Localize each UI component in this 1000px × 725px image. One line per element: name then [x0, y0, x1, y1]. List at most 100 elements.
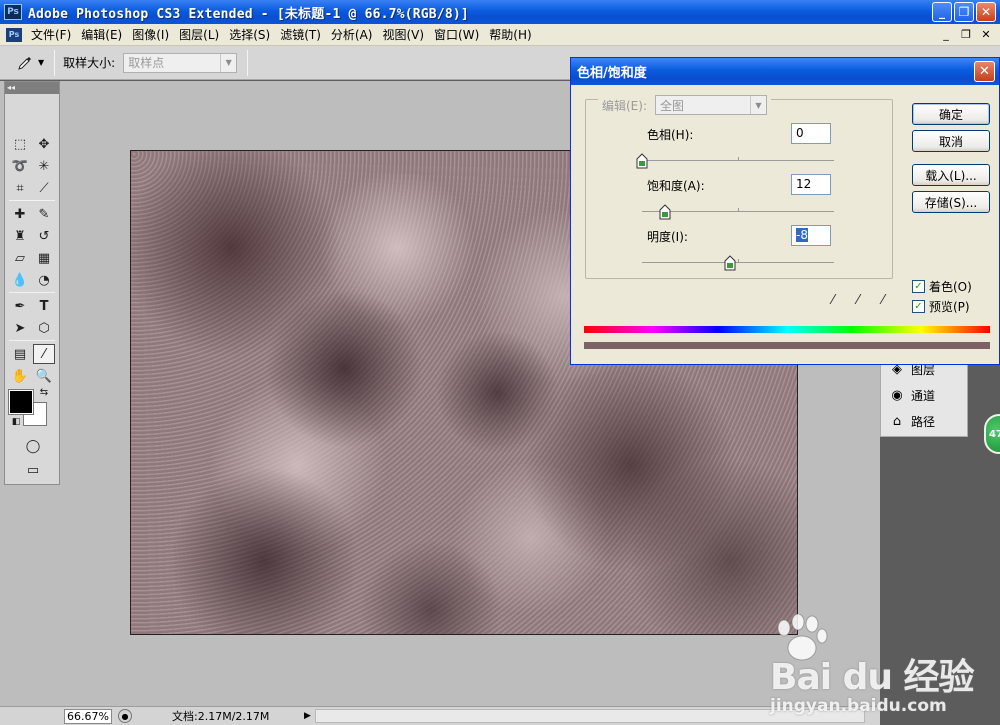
preview-checkbox[interactable]: ✓ 预览(P): [912, 298, 970, 315]
panel-paths-label: 路径: [911, 414, 936, 429]
pen-tool-icon[interactable]: ✒: [9, 296, 31, 316]
type-tool-icon[interactable]: T: [33, 296, 55, 316]
output-color-bar: [584, 342, 990, 349]
history-brush-tool-icon[interactable]: ↺: [33, 226, 55, 246]
eyedropper-sample-icon[interactable]: ⁄: [824, 291, 842, 309]
quick-mask-icon[interactable]: ◯: [22, 436, 44, 456]
lightness-slider-track[interactable]: [642, 259, 834, 263]
menu-view[interactable]: 视图(V): [377, 26, 429, 43]
zoom-field[interactable]: 66.67%: [64, 708, 112, 724]
eyedropper-icon[interactable]: [14, 52, 36, 74]
hue-slider-track[interactable]: [642, 157, 834, 161]
doc-minimize-button[interactable]: _: [938, 27, 954, 42]
dialog-close-button[interactable]: ✕: [974, 61, 995, 82]
panel-channels[interactable]: ◉ 通道: [887, 384, 935, 406]
menu-analysis[interactable]: 分析(A): [326, 26, 378, 43]
gradient-tool-icon[interactable]: ▦: [33, 248, 55, 268]
dodge-tool-icon[interactable]: ◔: [33, 270, 55, 290]
dialog-title-bar[interactable]: 色相/饱和度: [571, 58, 999, 85]
menu-layer[interactable]: 图层(L): [174, 26, 224, 43]
saturation-input[interactable]: 12: [791, 174, 831, 195]
lightness-label: 明度(I):: [647, 230, 688, 244]
default-colors-icon[interactable]: ◧: [5, 412, 27, 432]
edit-select[interactable]: 全图 ▼: [655, 95, 767, 115]
cancel-button[interactable]: 取消: [912, 130, 990, 152]
menu-edit[interactable]: 编辑(E): [76, 26, 127, 43]
menu-image[interactable]: 图像(I): [127, 26, 174, 43]
saturation-slider-thumb[interactable]: [659, 204, 671, 220]
panel-paths[interactable]: ⌂ 路径: [887, 410, 935, 432]
edit-label: 编辑(E):: [602, 98, 647, 113]
info-icon[interactable]: ●: [118, 709, 132, 723]
adjustment-group: [585, 99, 893, 279]
doc-restore-button[interactable]: ❐: [958, 27, 974, 42]
screen-mode-icon[interactable]: ▭: [22, 460, 44, 480]
lasso-tool-icon[interactable]: ➰: [9, 156, 31, 176]
save-button[interactable]: 存储(S)...: [912, 191, 990, 213]
ok-button[interactable]: 确定: [912, 103, 990, 125]
sample-size-value: 取样点: [128, 56, 165, 70]
path-selection-tool-icon[interactable]: ➤: [9, 318, 31, 338]
menu-help[interactable]: 帮助(H): [484, 26, 536, 43]
load-button[interactable]: 载入(L)...: [912, 164, 990, 186]
menu-select[interactable]: 选择(S): [224, 26, 275, 43]
saturation-slider-center-tick: [738, 208, 739, 212]
saturation-label: 饱和度(A):: [647, 179, 705, 193]
eyedropper-add-icon[interactable]: ⁄: [849, 291, 867, 309]
lightness-slider-thumb[interactable]: [724, 255, 736, 271]
edit-value: 全图: [660, 98, 685, 113]
photoshop-app-icon: Ps: [4, 4, 22, 20]
notes-tool-icon[interactable]: ▤: [9, 344, 31, 364]
lightness-slider-center-tick: [738, 259, 739, 263]
input-color-spectrum: [584, 326, 990, 333]
collapsed-panels: ◈ 图层 ◉ 通道 ⌂ 路径: [880, 355, 968, 437]
tool-preset-arrow-icon[interactable]: ▼: [38, 58, 44, 67]
edit-row: 编辑(E): 全图 ▼: [598, 95, 771, 115]
eyedropper-tool-icon[interactable]: ⁄: [33, 344, 55, 364]
colorize-label: 着色(O): [929, 280, 972, 294]
lightness-input[interactable]: -8: [791, 225, 831, 246]
document-icon[interactable]: Ps: [6, 27, 22, 42]
marquee-tool-icon[interactable]: ⬚: [9, 134, 31, 154]
close-button[interactable]: ✕: [976, 2, 996, 22]
blur-tool-icon[interactable]: 💧: [9, 270, 31, 290]
panel-channels-label: 通道: [911, 388, 936, 403]
toolbox-collapse-icon[interactable]: ◂◂: [5, 82, 59, 94]
slice-tool-icon[interactable]: ⟋: [33, 178, 55, 198]
eraser-tool-icon[interactable]: ▱: [9, 248, 31, 268]
lightness-value: -8: [796, 228, 808, 242]
channels-icon: ◉: [891, 387, 903, 403]
hand-tool-icon[interactable]: ✋: [9, 366, 31, 386]
menu-window[interactable]: 窗口(W): [429, 26, 484, 43]
restore-button[interactable]: ❐: [954, 2, 974, 22]
hue-slider-thumb[interactable]: [636, 153, 648, 169]
sample-size-select[interactable]: 取样点 ▼: [123, 52, 238, 73]
move-tool-icon[interactable]: ✥: [33, 134, 55, 154]
hue-input[interactable]: 0: [791, 123, 831, 144]
minimize-button[interactable]: _: [932, 2, 952, 22]
colorize-checkbox[interactable]: ✓ 着色(O): [912, 278, 972, 295]
watermark-brand: Bai du 经验: [770, 657, 975, 698]
tool-separator: [9, 292, 55, 293]
shape-tool-icon[interactable]: ⬡: [33, 318, 55, 338]
status-menu-arrow-icon[interactable]: ▶: [304, 711, 311, 721]
document-info: 文档:2.17M/2.17M: [172, 710, 270, 723]
swap-colors-icon[interactable]: ⇆: [33, 382, 55, 402]
menu-file[interactable]: 文件(F): [26, 26, 76, 43]
foreground-color-swatch[interactable]: [8, 389, 34, 415]
saturation-value: 12: [796, 177, 812, 191]
dialog-title: 色相/饱和度: [577, 66, 647, 81]
doc-close-button[interactable]: ✕: [978, 27, 994, 42]
healing-brush-tool-icon[interactable]: ✚: [9, 204, 31, 224]
tool-separator: [9, 340, 55, 341]
clone-stamp-tool-icon[interactable]: ♜: [9, 226, 31, 246]
magic-wand-tool-icon[interactable]: ✳: [33, 156, 55, 176]
floating-badge[interactable]: 47: [984, 414, 1000, 454]
menu-bar: Ps 文件(F) 编辑(E) 图像(I) 图层(L) 选择(S) 滤镜(T) 分…: [0, 24, 1000, 46]
eyedropper-subtract-icon[interactable]: ⁄: [874, 291, 892, 309]
menu-filter[interactable]: 滤镜(T): [275, 26, 326, 43]
status-bar: 66.67% ● 文档:2.17M/2.17M ▶: [0, 706, 880, 725]
sample-size-label: 取样大小:: [63, 56, 116, 70]
brush-tool-icon[interactable]: ✎: [33, 204, 55, 224]
crop-tool-icon[interactable]: ⌗: [9, 178, 31, 198]
